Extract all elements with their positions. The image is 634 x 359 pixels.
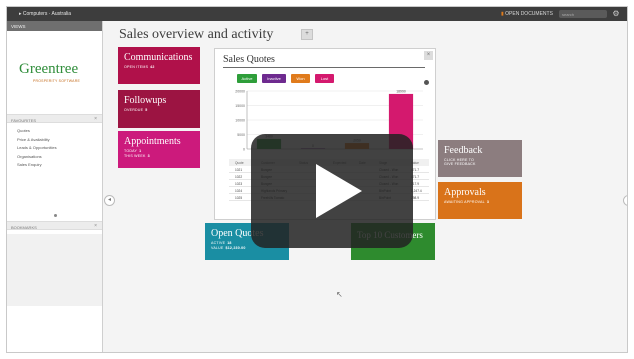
bookmarks-header: BOOKMARKS ×: [7, 221, 102, 230]
filter-inactive[interactable]: Inactive: [262, 74, 286, 83]
bookmarks-panel: [7, 234, 102, 306]
favourites-list: Quotes Price & Availability Leads & Oppo…: [17, 127, 57, 170]
favourites-header: FAVOURITES ×: [7, 114, 102, 123]
page-title: Sales overview and activity: [119, 27, 274, 42]
table-cell: 1021: [235, 168, 243, 172]
collapse-sidebar-button[interactable]: ◂: [104, 195, 115, 206]
favourite-item[interactable]: Sales Enquiry: [17, 161, 57, 170]
bar-value-label: 18990: [396, 89, 406, 93]
favourite-item[interactable]: Leads & Opportunities: [17, 144, 57, 153]
gear-icon[interactable]: ⚙: [611, 9, 621, 19]
table-cell: 1025: [235, 196, 243, 200]
tile-followups[interactable]: Followups OVERDUE 5: [118, 90, 200, 128]
favourite-item[interactable]: Quotes: [17, 127, 57, 136]
close-icon[interactable]: ×: [94, 223, 97, 229]
expand-panel-button[interactable]: ▸: [623, 195, 627, 206]
tile-appointments[interactable]: Appointments TODAY 1 THIS WEEK 3: [118, 131, 200, 168]
close-icon[interactable]: ×: [424, 51, 433, 60]
filter-won[interactable]: Won: [291, 74, 310, 83]
resize-handle[interactable]: [54, 214, 57, 217]
play-icon: [316, 164, 362, 218]
y-tick-label: 20000: [235, 90, 245, 94]
table-cell: 1022: [235, 175, 243, 179]
favourite-item[interactable]: Price & Availability: [17, 136, 57, 145]
mouse-pointer-icon: ↖: [336, 290, 343, 299]
add-widget-button[interactable]: +: [301, 29, 313, 40]
divider: [223, 67, 425, 68]
app-frame: ▸ Computers · Australia ▮ OPEN DOCUMENTS…: [6, 6, 628, 353]
greentree-logo: Greentree: [19, 61, 79, 77]
favourite-item[interactable]: Organisations: [17, 153, 57, 162]
table-cell: 1023: [235, 182, 243, 186]
video-play-button[interactable]: [251, 134, 413, 248]
tile-approvals[interactable]: Approvals AWAITING APPROVAL 3: [438, 182, 522, 219]
y-tick-label: 15000: [235, 104, 245, 108]
options-icon[interactable]: [424, 80, 429, 85]
sidebar: VIEWS Greentree PROSPERITY SOFTWARE FAVO…: [7, 21, 103, 352]
tile-feedback[interactable]: Feedback CLICK HERE TO GIVE FEEDBACK: [438, 140, 522, 177]
filter-lost[interactable]: Lost: [315, 74, 334, 83]
open-documents-link[interactable]: ▮ OPEN DOCUMENTS: [501, 11, 553, 17]
table-cell: 1024: [235, 189, 243, 193]
logo-subtext: PROSPERITY SOFTWARE: [33, 79, 80, 83]
top-bar: ▸ Computers · Australia ▮ OPEN DOCUMENTS…: [7, 7, 627, 21]
y-tick-label: 5000: [237, 133, 245, 137]
y-tick-label: 0: [243, 148, 245, 152]
filter-active[interactable]: Active: [237, 74, 257, 83]
tile-communications[interactable]: Communications OPEN ITEMS 42: [118, 47, 200, 84]
breadcrumb[interactable]: ▸ Computers · Australia: [19, 11, 71, 17]
sales-quotes-title: Sales Quotes: [223, 54, 275, 65]
search-input[interactable]: search: [559, 10, 607, 18]
y-tick-label: 10000: [235, 119, 245, 123]
views-header: VIEWS: [7, 21, 102, 31]
column-header[interactable]: Quote: [235, 161, 244, 165]
close-icon[interactable]: ×: [94, 116, 97, 122]
